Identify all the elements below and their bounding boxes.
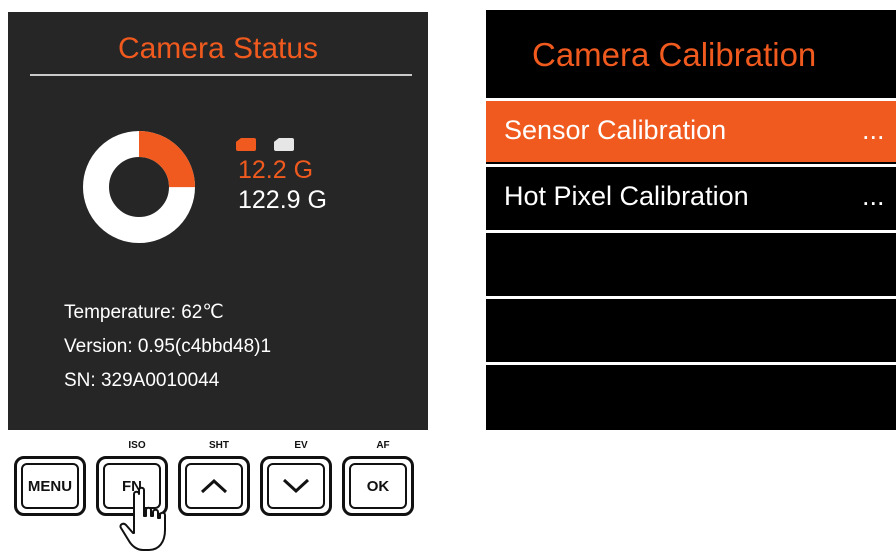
menu-item-hot-pixel-calibration[interactable]: Hot Pixel Calibration ...	[486, 164, 896, 228]
storage-total: 122.9 G	[238, 186, 327, 214]
up-button-caption: SHT	[209, 440, 229, 451]
menu-button-group: MENU	[14, 440, 96, 516]
ok-button-label: OK	[349, 463, 407, 509]
menu-item-empty[interactable]	[486, 230, 896, 294]
menu-button[interactable]: MENU	[14, 456, 86, 516]
menu-item-empty[interactable]	[486, 296, 896, 360]
menu-button-caption	[14, 440, 96, 456]
sd-card-used-icon	[236, 138, 256, 151]
temperature-text: Temperature: 62℃	[64, 302, 224, 323]
fn-button-group: ISO FN	[96, 440, 178, 516]
serial-number-text: SN: 329A0010044	[64, 370, 220, 391]
down-button[interactable]	[260, 456, 332, 516]
up-button-group: SHT	[178, 440, 260, 516]
pointing-hand-icon	[119, 486, 166, 551]
camera-calibration-screen: Camera Calibration Sensor Calibration ..…	[486, 10, 896, 430]
version-text: Version: 0.95(c4bbd48)1	[64, 336, 272, 357]
status-title: Camera Status	[117, 32, 319, 65]
more-icon: ...	[862, 115, 885, 145]
storage-donut-chart	[83, 131, 195, 243]
ok-button[interactable]: OK	[342, 456, 414, 516]
storage-used: 12.2 G	[238, 156, 314, 184]
sd-card-total-icon	[274, 138, 294, 151]
storage-info: 12.2 G 122.9 G	[236, 138, 327, 215]
menu-item-label: Sensor Calibration	[504, 115, 727, 145]
title-divider	[30, 74, 412, 76]
down-button-caption: EV	[294, 440, 308, 451]
camera-status-screen: Camera Status 12.2 G 122.9 G Temperature…	[8, 12, 428, 430]
chevron-up-icon	[200, 478, 228, 494]
up-button[interactable]	[178, 456, 250, 516]
chevron-down-icon	[282, 478, 310, 494]
more-icon: ...	[862, 181, 885, 211]
down-button-group: EV	[260, 440, 342, 516]
ok-button-caption: AF	[376, 440, 390, 451]
camera-info: Temperature: 62℃ Version: 0.95(c4bbd48)1…	[64, 296, 271, 398]
menu-item-label: Hot Pixel Calibration	[504, 181, 749, 211]
menu-item-empty[interactable]	[486, 362, 896, 430]
fn-button-caption: ISO	[128, 440, 146, 451]
menu-item-sensor-calibration[interactable]: Sensor Calibration ...	[486, 98, 896, 162]
menu-button-label: MENU	[21, 463, 79, 509]
ok-button-group: AF OK	[342, 440, 424, 516]
